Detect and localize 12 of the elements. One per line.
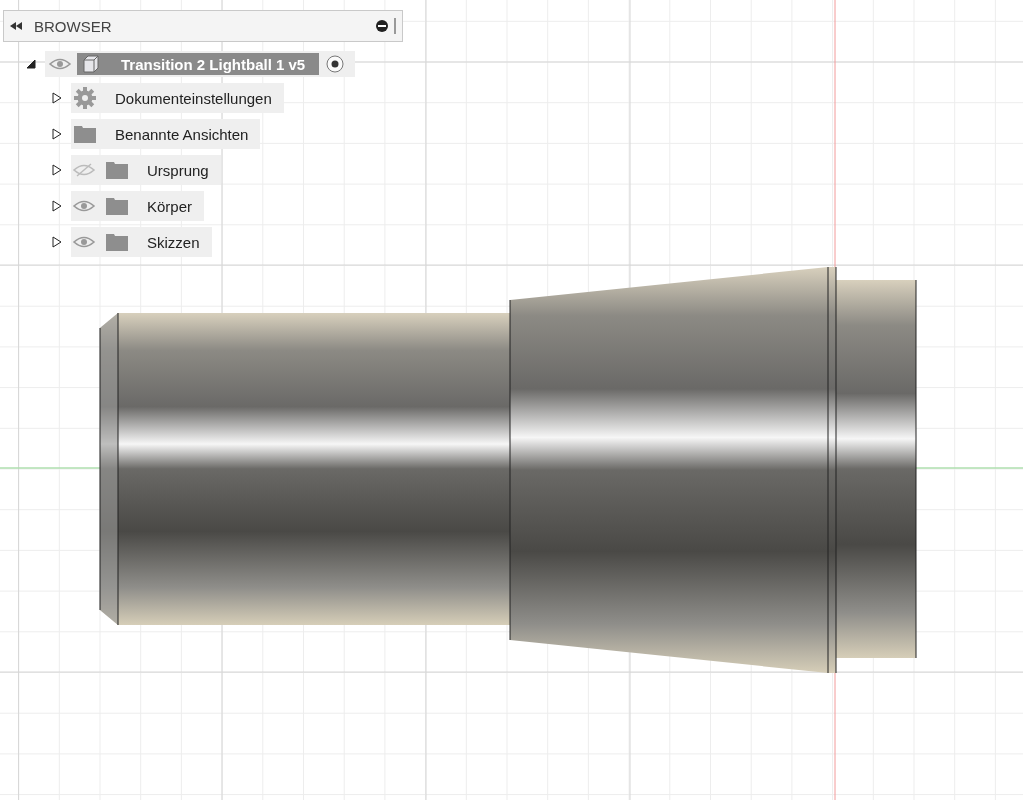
item-label: Skizzen bbox=[147, 233, 200, 251]
item-label: Ursprung bbox=[147, 161, 209, 179]
panel-title: BROWSER bbox=[34, 17, 113, 35]
tree-item[interactable]: Skizzen bbox=[71, 227, 212, 257]
tree-item[interactable]: Dokumenteinstellungen bbox=[71, 83, 284, 113]
component-name: Transition 2 Lightball 1 v5 bbox=[121, 55, 306, 73]
item-label: Benannte Ansichten bbox=[115, 125, 249, 143]
tree-item[interactable]: Körper bbox=[71, 191, 205, 221]
tree-item[interactable]: Benannte Ansichten bbox=[71, 119, 261, 149]
item-label: Körper bbox=[147, 197, 193, 215]
tree-item[interactable]: Ursprung bbox=[71, 155, 221, 185]
item-label: Dokumenteinstellungen bbox=[115, 89, 272, 107]
